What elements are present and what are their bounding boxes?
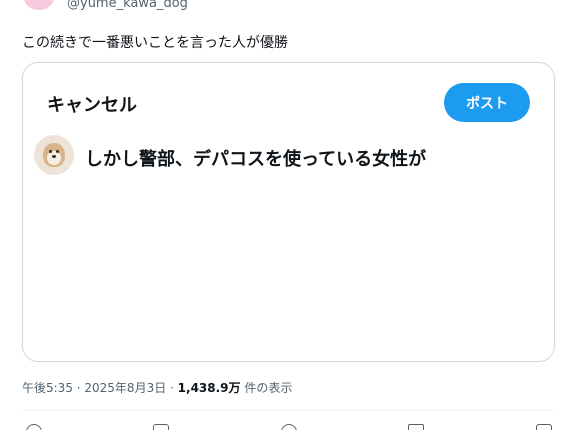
dog-eye-right xyxy=(56,150,59,153)
avatar[interactable] xyxy=(24,0,54,10)
divider xyxy=(22,410,555,411)
views-icon[interactable] xyxy=(408,424,424,430)
like-icon[interactable] xyxy=(281,424,297,430)
reply-icon[interactable] xyxy=(26,424,42,430)
cancel-button[interactable]: キャンセル xyxy=(47,91,137,117)
tweet-text: この続きで一番悪いことを言った人が優勝 xyxy=(22,35,288,51)
dog-face-shape xyxy=(47,151,61,165)
views-count: 1,438.9万 xyxy=(177,381,241,395)
dog-nose xyxy=(52,155,56,158)
post-button[interactable]: ポスト xyxy=(444,83,530,122)
timestamp[interactable]: 午後5:35 · 2025年8月3日 · xyxy=(22,381,178,395)
repost-icon[interactable] xyxy=(153,424,169,430)
author-handle[interactable]: @yume_kawa_dog xyxy=(67,0,188,11)
draft-text: しかし警部、デパコスを使っている女性が xyxy=(85,149,427,170)
share-icon[interactable] xyxy=(536,424,552,430)
dog-avatar xyxy=(34,135,74,175)
dog-eye-left xyxy=(49,150,52,153)
tweet-meta: 午後5:35 · 2025年8月3日 · 1,438.9万 件の表示 xyxy=(22,379,292,396)
views-label: 件の表示 xyxy=(240,381,293,395)
embedded-compose-card: キャンセル ポスト しかし警部、デパコスを使っている女性が xyxy=(22,62,555,362)
